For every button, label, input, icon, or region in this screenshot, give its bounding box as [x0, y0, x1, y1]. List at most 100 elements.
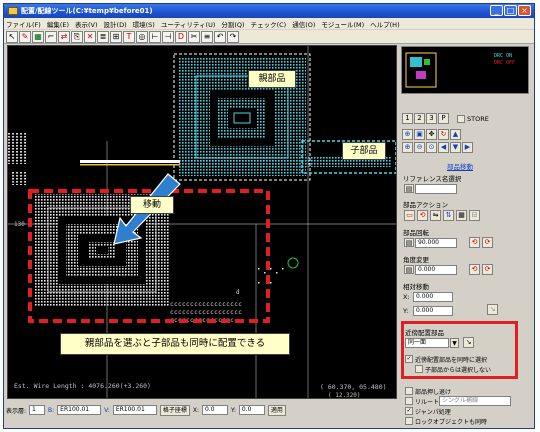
status-y-input[interactable]: 0.0: [238, 405, 265, 415]
menu-environment[interactable]: 環境(S): [133, 19, 155, 29]
menu-check[interactable]: チェック(C): [251, 19, 287, 29]
wire-tool-icon[interactable]: ⊢: [149, 30, 161, 43]
cursor-tool-icon[interactable]: ↖: [6, 30, 18, 43]
minimap-drawing: DRC ON DRC OFF: [405, 52, 515, 88]
status-y-label: Y:: [230, 406, 236, 414]
rotation-icon[interactable]: ▤: [404, 238, 414, 247]
action-lock-icon[interactable]: ⊟: [469, 210, 480, 221]
delete-tool-icon[interactable]: ✕: [84, 30, 96, 43]
zoom-fit-icon[interactable]: ⊕: [402, 129, 413, 140]
view-button-3[interactable]: 3: [426, 113, 437, 124]
rotate-ccw-icon[interactable]: ⟲: [469, 237, 480, 248]
view-button-1[interactable]: 1: [402, 113, 413, 124]
split-tool-icon[interactable]: ⊣: [162, 30, 174, 43]
store-checkbox[interactable]: [457, 115, 465, 123]
action-flip-icon[interactable]: ⇅: [443, 210, 454, 221]
close-button[interactable]: ×: [518, 5, 531, 16]
rotation-input[interactable]: 90.000: [415, 238, 457, 248]
place-tool-icon[interactable]: ▦: [32, 30, 44, 43]
zoom-prev-icon[interactable]: ⊙: [426, 142, 437, 153]
small-dots: [258, 268, 284, 284]
action-place-icon[interactable]: ▭: [404, 210, 415, 221]
v-select[interactable]: ER100.01: [112, 405, 157, 415]
menu-split[interactable]: 分割(Q): [221, 19, 244, 29]
angle-ccw-icon[interactable]: ⟲: [469, 264, 480, 275]
align-tool-icon[interactable]: ≣: [97, 30, 109, 43]
menu-utility[interactable]: ユーティリティ(U): [161, 19, 216, 29]
angle-label: 角度変更: [403, 256, 429, 264]
grid-coords-select[interactable]: 格子座標: [159, 404, 190, 416]
angle-icon[interactable]: ▤: [404, 265, 414, 274]
apply-button[interactable]: 適用: [267, 404, 286, 416]
menu-help[interactable]: ヘルプ(H): [370, 19, 399, 29]
layers-tool-icon[interactable]: ≡: [201, 30, 213, 43]
rel-x-input[interactable]: 0.000: [413, 292, 453, 302]
arrow-down-icon[interactable]: ▼: [450, 142, 461, 153]
push-checkbox[interactable]: [405, 387, 413, 395]
maximize-button[interactable]: □: [504, 5, 517, 16]
reroute-select[interactable]: シングル補線: [439, 396, 511, 406]
action-array-icon[interactable]: ▦: [456, 210, 467, 221]
left-pad-group: [8, 132, 28, 185]
copy-tool-icon[interactable]: ⎘: [71, 30, 83, 43]
arrow-left-icon[interactable]: ◀: [438, 142, 449, 153]
b-select[interactable]: ER100.01: [57, 405, 102, 415]
menu-design[interactable]: 設計(D): [104, 19, 127, 29]
angle-cw-icon[interactable]: ⟳: [482, 264, 493, 275]
arrow-right-icon[interactable]: ▶: [462, 142, 473, 153]
minimap-drc-on: DRC ON: [494, 53, 512, 59]
redo-icon[interactable]: ↷: [227, 30, 239, 43]
undo-icon[interactable]: ↶: [214, 30, 226, 43]
status-bar: 表示層: 1 B: ER100.01 V: ER100.01 格子座標 X: 0…: [4, 400, 396, 420]
cursor-coords-readout-2: ( 12.320): [328, 392, 361, 399]
redraw-icon[interactable]: ↻: [438, 129, 449, 140]
grid-tool-icon[interactable]: ⊞: [110, 30, 122, 43]
view-button-2[interactable]: 2: [414, 113, 425, 124]
lock-object-label: ロックオブジェクトも同時: [415, 419, 488, 426]
zoom-out-icon[interactable]: ⊖: [414, 142, 425, 153]
drc-tool-icon[interactable]: D: [175, 30, 187, 43]
minimize-button[interactable]: _: [490, 5, 503, 16]
rel-x-label: X:: [403, 293, 410, 301]
status-x-input[interactable]: 0.0: [201, 405, 228, 415]
menu-module[interactable]: モジュール(M): [321, 19, 364, 29]
b-label: B:: [48, 406, 55, 414]
action-mirror-icon[interactable]: ⇋: [430, 210, 441, 221]
svg-text:cccccccccccccccccc: cccccccccccccccccc: [170, 301, 242, 308]
cut-tool-icon[interactable]: ✂: [188, 30, 200, 43]
edit-tool-icon[interactable]: ✎: [19, 30, 31, 43]
angle-input[interactable]: 0.000: [415, 265, 457, 275]
move-tool-icon[interactable]: ⇄: [58, 30, 70, 43]
jumper-label: ジャンパ処理: [415, 409, 451, 416]
child-part-callout: 子部品: [342, 142, 386, 160]
zoom-window-icon[interactable]: ▣: [414, 129, 425, 140]
route-tool-icon[interactable]: ⌐: [45, 30, 57, 43]
reroute-checkbox[interactable]: [405, 397, 413, 405]
layer-select[interactable]: 1: [29, 405, 46, 415]
menu-view[interactable]: 表示(V): [75, 19, 98, 29]
text-tool-icon[interactable]: T: [123, 30, 135, 43]
menu-bar: ファイル(F) 編集(E) 表示(V) 設計(D) 環境(S) ユーティリティ(…: [4, 18, 534, 29]
rel-move-apply-icon[interactable]: ↘: [487, 304, 498, 315]
view-button-p[interactable]: P: [438, 113, 449, 124]
jumper-checkbox[interactable]: ✓: [405, 407, 413, 415]
wire-length-readout: Est. Wire Length : 4076.260(+3.260): [14, 382, 151, 390]
menu-communication[interactable]: 通信(O): [292, 19, 315, 29]
pcb-canvas[interactable]: 130 cccccccccccccccccc ccccccccccccccccc…: [7, 45, 397, 399]
app-window: 配置/配線ツール(C:¥temp¥before01) _ □ × ファイル(F)…: [3, 3, 535, 429]
menu-edit[interactable]: 編集(E): [47, 19, 69, 29]
menu-file[interactable]: ファイル(F): [6, 19, 41, 29]
rotate-cw-icon[interactable]: ⟳: [482, 237, 493, 248]
reference-input[interactable]: [415, 184, 457, 194]
store-label: STORE: [467, 115, 489, 123]
reference-icon[interactable]: ▤: [404, 184, 414, 193]
minimap[interactable]: DRC ON DRC OFF: [401, 46, 529, 94]
zoom-in-icon[interactable]: ⊕: [402, 142, 413, 153]
action-rotate-icon[interactable]: ⟲: [417, 210, 428, 221]
via-tool-icon[interactable]: ◎: [136, 30, 148, 43]
arrow-up-icon[interactable]: ▲: [450, 129, 461, 140]
pan-icon[interactable]: ✥: [426, 129, 437, 140]
lock-object-checkbox[interactable]: [405, 417, 413, 425]
minimap-drc-off: DRC OFF: [494, 60, 515, 66]
rel-y-input[interactable]: 0.000: [413, 306, 453, 316]
